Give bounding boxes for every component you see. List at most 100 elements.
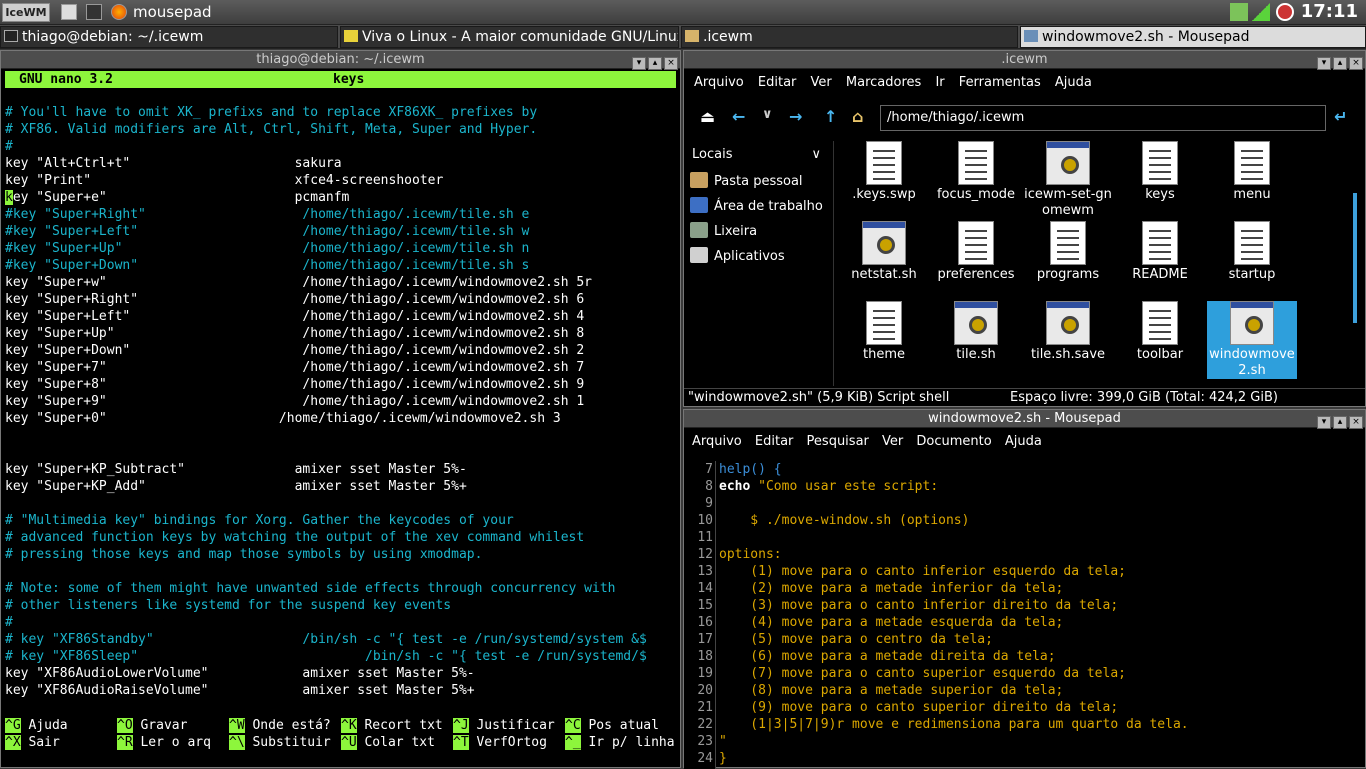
maximize-button[interactable]: ▴ xyxy=(1333,57,1347,70)
menu-ir[interactable]: Ir xyxy=(935,75,944,90)
file-item[interactable]: tile.sh.save xyxy=(1023,301,1113,363)
nano-line: key "XF86AudioRaiseVolume" amixer sset M… xyxy=(5,683,475,698)
nano-shortcut[interactable]: ^O Gravar xyxy=(117,717,229,734)
sidebar-item[interactable]: Aplicativos xyxy=(684,244,833,269)
file-item[interactable]: README xyxy=(1115,221,1205,283)
menu-ferramentas[interactable]: Ferramentas xyxy=(959,75,1041,90)
minimize-button[interactable]: ▾ xyxy=(1317,57,1331,70)
forward-icon[interactable]: → xyxy=(789,107,802,126)
menu-arquivo[interactable]: Arquivo xyxy=(692,434,742,449)
minimize-button[interactable]: ▾ xyxy=(1317,416,1331,429)
file-item[interactable]: keys xyxy=(1115,141,1205,203)
history-dropdown-icon[interactable]: ∨ xyxy=(762,107,773,122)
file-name: tile.sh.save xyxy=(1030,347,1106,362)
volume-icon[interactable] xyxy=(1276,3,1294,21)
back-icon[interactable]: ← xyxy=(732,107,745,126)
close-button[interactable]: × xyxy=(1349,57,1363,70)
firefox-icon[interactable] xyxy=(111,4,127,20)
menu-ver[interactable]: Ver xyxy=(882,434,903,449)
task-filemanager[interactable]: .icewm xyxy=(681,26,1018,48)
menu-ajuda[interactable]: Ajuda xyxy=(1005,434,1042,449)
nano-shortcut[interactable]: ^X Sair xyxy=(5,734,117,751)
file-item[interactable]: toolbar xyxy=(1115,301,1205,363)
nano-shortcut[interactable]: ^G Ajuda xyxy=(5,717,117,734)
clock[interactable]: 17:11 xyxy=(1301,1,1358,22)
filemanager-window: .icewm ▾ ▴ × Arquivo Editar Ver Marcadores… xyxy=(683,50,1366,407)
nano-buffer[interactable]: # You'll have to omit XK_ prefixs and to… xyxy=(5,104,680,699)
maximize-button[interactable]: ▴ xyxy=(648,57,662,70)
nano-line: key "Super+KP_Add" amixer sset Master 5%… xyxy=(5,479,467,494)
code-line: (5) move para o centro da tela; xyxy=(719,632,993,647)
menu-editar[interactable]: Editar xyxy=(755,434,794,449)
code-text[interactable]: help() {echo "Como usar este script: $ .… xyxy=(719,461,1359,767)
menu-marcadores[interactable]: Marcadores xyxy=(846,75,921,90)
close-button[interactable]: × xyxy=(664,57,678,70)
shortcut-label: Onde está? xyxy=(252,718,331,733)
close-button[interactable]: × xyxy=(1349,416,1363,429)
path-input[interactable]: /home/thiago/.icewm xyxy=(880,105,1326,131)
file-item[interactable]: tile.sh xyxy=(931,301,1021,363)
nano-shortcut[interactable]: ^C Pos atual xyxy=(565,717,677,734)
code-line: help() { xyxy=(719,462,782,477)
maximize-button[interactable]: ▴ xyxy=(1333,416,1347,429)
up-icon[interactable]: ↑ xyxy=(824,107,837,126)
nano-shortcut[interactable]: ^\ Substituir xyxy=(229,734,341,751)
file-item[interactable]: theme xyxy=(839,301,929,363)
line-number: 24 xyxy=(697,751,713,766)
new-tab-icon[interactable]: ⏏ xyxy=(700,107,715,126)
file-scrollbar[interactable] xyxy=(1351,143,1359,383)
task-terminal[interactable]: thiago@debian: ~/.icewm xyxy=(0,26,338,48)
file-item[interactable]: netstat.sh xyxy=(839,221,929,283)
menu-ver[interactable]: Ver xyxy=(811,75,832,90)
menu-arquivo[interactable]: Arquivo xyxy=(694,75,744,90)
script-file-icon xyxy=(954,301,998,345)
nano-shortcut[interactable]: ^K Recort txt xyxy=(341,717,453,734)
file-name: README xyxy=(1132,267,1188,282)
nano-shortcut[interactable]: ^U Colar txt xyxy=(341,734,453,751)
file-item[interactable]: .keys.swp xyxy=(839,141,929,203)
network-icon[interactable] xyxy=(1230,3,1248,21)
start-button[interactable]: IceWM xyxy=(2,3,50,22)
chevron-down-icon[interactable]: ∨ xyxy=(811,141,821,169)
nano-shortcut[interactable]: ^J Justificar xyxy=(453,717,565,734)
menu-ajuda[interactable]: Ajuda xyxy=(1055,75,1092,90)
code-editor[interactable]: 7 8 9 10 11 12 13 14 15 16 17 18 19 20 21 22 23 24 help()… xyxy=(684,461,1365,769)
file-item[interactable]: icewm-set-gnomewm xyxy=(1023,141,1113,219)
code-line: (8) move para a metade superior da tela; xyxy=(719,683,1064,698)
places-header[interactable]: Locais ∨ xyxy=(684,141,833,169)
file-item[interactable]: windowmove2.sh xyxy=(1207,301,1297,379)
line-number: 17 xyxy=(697,632,713,647)
nano-shortcut[interactable]: ^_ Ir p/ linha xyxy=(565,734,677,751)
nano-shortcut[interactable]: ^W Onde está? xyxy=(229,717,341,734)
line-number: 12 xyxy=(697,547,713,562)
shortcut-key: ^U xyxy=(341,735,357,750)
file-item[interactable]: preferences xyxy=(931,221,1021,283)
minimize-button[interactable]: ▾ xyxy=(632,57,646,70)
nano-shortcut[interactable]: ^R Ler o arq xyxy=(117,734,229,751)
go-icon[interactable]: ↵ xyxy=(1334,107,1347,126)
nano-line: # xyxy=(5,139,13,154)
mousepad-titlebar[interactable]: windowmove2.sh - Mousepad ▾ ▴ × xyxy=(684,410,1365,429)
sidebar-item[interactable]: Área de trabalho xyxy=(684,194,833,219)
file-item[interactable]: focus_mode xyxy=(931,141,1021,203)
file-item[interactable]: startup xyxy=(1207,221,1297,283)
task-mousepad[interactable]: windowmove2.sh - Mousepad xyxy=(1020,26,1366,48)
filemanager-titlebar[interactable]: .icewm ▾ ▴ × xyxy=(684,51,1365,70)
menu-documento[interactable]: Documento xyxy=(916,434,991,449)
terminal-launcher-icon[interactable] xyxy=(86,4,102,20)
signal-icon[interactable] xyxy=(1252,3,1270,21)
show-desktop-icon[interactable] xyxy=(61,4,77,20)
sidebar-item[interactable]: Lixeira xyxy=(684,219,833,244)
file-item[interactable]: menu xyxy=(1207,141,1297,203)
sidebar-item[interactable]: Pasta pessoal xyxy=(684,169,833,194)
menu-pesquisar[interactable]: Pesquisar xyxy=(807,434,869,449)
home-icon[interactable]: ⌂ xyxy=(852,107,863,126)
menu-editar[interactable]: Editar xyxy=(758,75,797,90)
file-item[interactable]: programs xyxy=(1023,221,1113,283)
nano-shortcut[interactable]: ^T VerfOrtog xyxy=(453,734,565,751)
task-browser[interactable]: Viva o Linux - A maior comunidade GNU/Li… xyxy=(340,26,679,48)
filemanager-statusbar: "windowmove2.sh" (5,9 KiB) Script shell … xyxy=(684,388,1365,407)
terminal-titlebar[interactable]: thiago@debian: ~/.icewm ▾ ▴ × xyxy=(1,51,680,70)
